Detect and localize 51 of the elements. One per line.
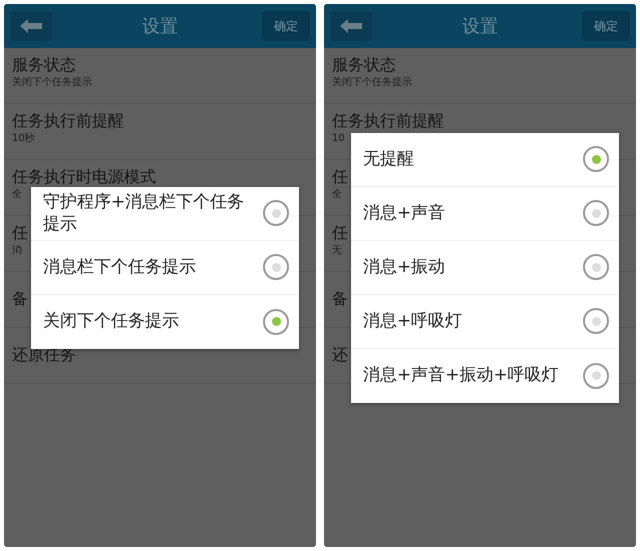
dialog-option[interactable]: 守护程序+消息栏下个任务提示: [31, 186, 299, 240]
back-button[interactable]: [10, 11, 52, 41]
option-label: 消息栏下个任务提示: [43, 256, 196, 278]
back-arrow-icon: [20, 19, 42, 33]
setting-value: 消: [12, 244, 22, 257]
setting-title: 还: [332, 345, 348, 366]
back-arrow-icon: [340, 19, 362, 33]
dialog-option[interactable]: 消息+振动: [351, 240, 619, 294]
option-label: 消息+声音: [363, 202, 446, 224]
option-label: 消息+呼吸灯: [363, 310, 462, 332]
radio-button[interactable]: [583, 200, 609, 226]
dialog-option[interactable]: 消息+声音: [351, 186, 619, 240]
confirm-button[interactable]: 确定: [262, 11, 310, 41]
option-label: 无提醒: [363, 148, 414, 170]
dialog-option[interactable]: 消息+呼吸灯: [351, 294, 619, 348]
setting-title: 服务状态: [12, 55, 76, 76]
dialog-option[interactable]: 无提醒: [351, 132, 619, 186]
setting-title: 备: [332, 289, 348, 310]
setting-value: 无: [332, 244, 342, 257]
setting-title: 备: [12, 289, 28, 310]
confirm-button[interactable]: 确定: [582, 11, 630, 41]
setting-title: 任: [332, 167, 348, 188]
radio-button[interactable]: [583, 362, 609, 388]
option-label: 关闭下个任务提示: [43, 310, 179, 333]
option-label: 消息+声音+振动+呼吸灯: [363, 364, 559, 387]
setting-value: 全: [12, 188, 22, 201]
dialog-option[interactable]: 消息栏下个任务提示: [31, 240, 299, 294]
radio-button[interactable]: [263, 308, 289, 334]
setting-title: 服务状态: [332, 55, 396, 76]
setting-value: 关闭下个任务提示: [332, 76, 412, 89]
setting-title: 任务执行时电源模式: [12, 167, 156, 188]
radio-button[interactable]: [583, 146, 609, 172]
screen-title: 设置: [142, 14, 178, 38]
option-label: 消息+振动: [363, 256, 446, 278]
setting-title: 任: [12, 223, 28, 244]
setting-value: 10秒: [12, 132, 35, 145]
setting-value: 关闭下个任务提示: [12, 76, 92, 89]
radio-button[interactable]: [263, 200, 289, 226]
setting-title: 任: [332, 223, 348, 244]
setting-value: 全: [332, 188, 342, 201]
radio-button[interactable]: [263, 254, 289, 280]
radio-button[interactable]: [583, 254, 609, 280]
dialog-option[interactable]: 关闭下个任务提示: [31, 294, 299, 348]
back-button[interactable]: [330, 11, 372, 41]
setting-title: 任务执行前提醒: [12, 111, 124, 132]
option-label: 守护程序+消息栏下个任务提示: [43, 190, 246, 236]
dialog-option[interactable]: 消息+声音+振动+呼吸灯: [351, 348, 619, 402]
screen-title: 设置: [462, 14, 498, 38]
setting-title: 任务执行前提醒: [332, 111, 444, 132]
setting-value: 10: [332, 132, 345, 145]
radio-button[interactable]: [583, 308, 609, 334]
